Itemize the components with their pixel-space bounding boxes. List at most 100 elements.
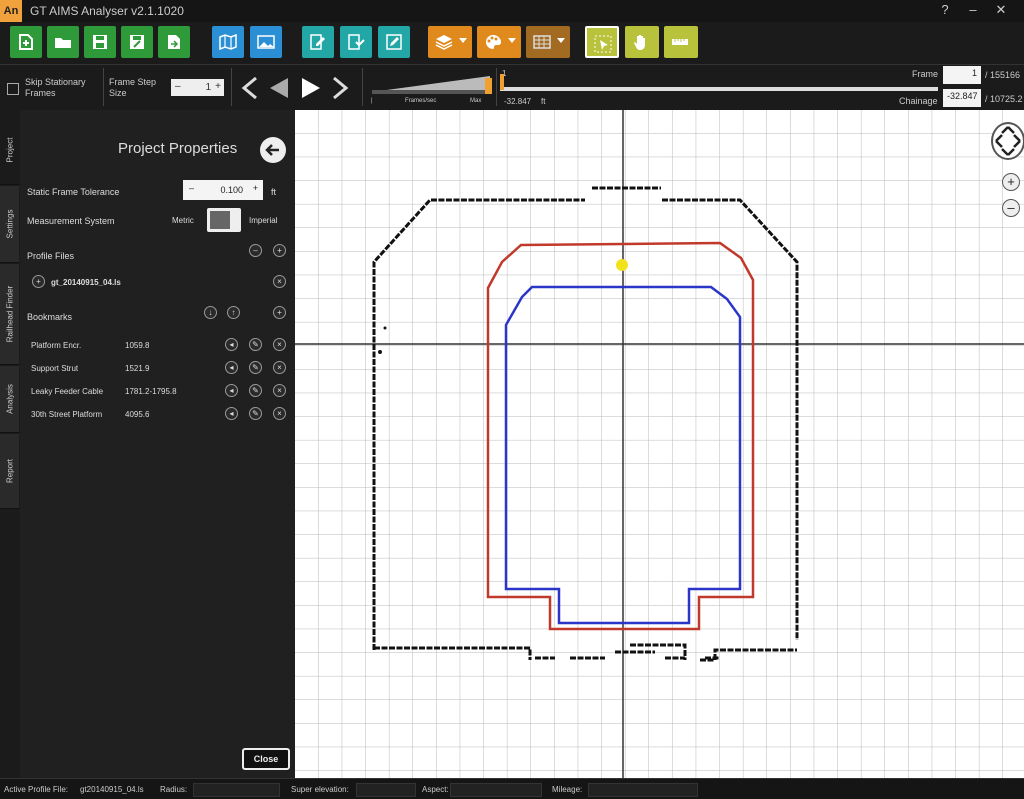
- pan-tool-button[interactable]: [625, 26, 659, 58]
- navigate-view-control[interactable]: [991, 122, 1024, 160]
- map-icon: [219, 33, 237, 51]
- layers-button[interactable]: [428, 26, 472, 58]
- cursor-select-icon: [594, 35, 612, 53]
- add-profile-button[interactable]: +: [273, 244, 286, 257]
- frame-step-stepper[interactable]: – 1 +: [171, 79, 224, 96]
- radius-label: Radius:: [160, 785, 188, 794]
- delete-bookmark-button[interactable]: ×: [273, 407, 286, 420]
- edit-profile-3-button[interactable]: [378, 26, 410, 58]
- static-frame-tolerance-input[interactable]: – 0.100 +: [183, 180, 263, 200]
- bookmark-name[interactable]: 30th Street Platform: [31, 410, 102, 419]
- minus-icon: –: [175, 81, 181, 92]
- fps-slider-thumb[interactable]: [485, 78, 492, 94]
- select-tool-button[interactable]: [585, 26, 619, 58]
- navigation-arrows-icon: [995, 126, 1021, 156]
- scan-point: [378, 350, 382, 354]
- palette-button[interactable]: [477, 26, 521, 58]
- new-file-icon: [19, 34, 33, 50]
- delete-bookmark-button[interactable]: ×: [273, 361, 286, 374]
- edit-profile-1-button[interactable]: [302, 26, 334, 58]
- skip-stationary-label: Skip Stationary Frames: [25, 77, 86, 98]
- add-bookmark-button[interactable]: +: [273, 306, 286, 319]
- frame-position-thumb[interactable]: [500, 74, 504, 90]
- goto-bookmark-button[interactable]: ◂: [225, 338, 238, 351]
- save-icon: [93, 35, 107, 49]
- back-button[interactable]: [260, 137, 286, 163]
- next-frame-button[interactable]: [333, 76, 349, 100]
- measurement-system-label: Measurement System: [27, 216, 115, 226]
- map-view-button[interactable]: [212, 26, 244, 58]
- profile-file-name: gt_20140915_04.ls: [51, 278, 121, 287]
- first-frame-button[interactable]: [241, 76, 257, 100]
- frame-input[interactable]: 1: [943, 66, 981, 84]
- side-tab-strip: Project Settings Railhead Finder Analysi…: [0, 110, 20, 778]
- image-view-button[interactable]: [250, 26, 282, 58]
- save-as-button[interactable]: [121, 26, 153, 58]
- edit-bookmark-button[interactable]: ✎: [249, 338, 262, 351]
- close-window-button[interactable]: ✕: [990, 2, 1012, 18]
- bookmark-value: 1059.8: [125, 341, 150, 350]
- bookmark-import-button[interactable]: ↓: [204, 306, 217, 319]
- pencil-icon: [386, 34, 402, 50]
- new-project-button[interactable]: [10, 26, 42, 58]
- fps-min-label: |: [371, 98, 373, 104]
- display-options-button[interactable]: [526, 26, 570, 58]
- plus-icon: +: [215, 81, 221, 92]
- radius-value: [193, 783, 280, 797]
- document-check-icon: [348, 34, 365, 50]
- edit-bookmark-button[interactable]: ✎: [249, 361, 262, 374]
- zoom-out-button[interactable]: –: [1002, 199, 1020, 217]
- open-project-button[interactable]: [47, 26, 79, 58]
- fps-slider[interactable]: [372, 90, 490, 94]
- profile-visible-icon[interactable]: +: [32, 275, 45, 288]
- measurement-system-toggle[interactable]: [207, 208, 241, 232]
- skip-stationary-checkbox[interactable]: [7, 83, 19, 95]
- bookmark-name[interactable]: Leaky Feeder Cable: [31, 387, 103, 396]
- aspect-value: [450, 783, 542, 797]
- chainage-input[interactable]: -32.847: [943, 89, 981, 107]
- tab-analysis[interactable]: Analysis: [0, 366, 19, 433]
- previous-frame-button[interactable]: [270, 78, 288, 98]
- bookmark-name[interactable]: Support Strut: [31, 364, 78, 373]
- tab-railhead-finder[interactable]: Railhead Finder: [0, 264, 19, 365]
- minimize-button[interactable]: –: [962, 2, 984, 17]
- goto-bookmark-button[interactable]: ◂: [225, 407, 238, 420]
- tab-report[interactable]: Report: [0, 434, 19, 509]
- frame-position-slider[interactable]: [500, 87, 938, 91]
- delete-bookmark-button[interactable]: ×: [273, 384, 286, 397]
- goto-bookmark-button[interactable]: ◂: [225, 361, 238, 374]
- measure-tool-button[interactable]: [664, 26, 698, 58]
- help-button[interactable]: ?: [934, 2, 956, 17]
- profile-viewport[interactable]: + –: [295, 110, 1024, 778]
- frame-step-value: 1: [205, 82, 211, 93]
- delete-bookmark-button[interactable]: ×: [273, 338, 286, 351]
- edit-bookmark-button[interactable]: ✎: [249, 407, 262, 420]
- bookmark-export-button[interactable]: ↑: [227, 306, 240, 319]
- profile-canvas[interactable]: [295, 110, 1024, 778]
- playback-controls: [241, 76, 349, 100]
- fps-label: Frames/sec: [405, 98, 437, 104]
- bookmark-name[interactable]: Platform Encr.: [31, 341, 81, 350]
- frame-track-value: -32.847: [504, 97, 532, 106]
- goto-bookmark-button[interactable]: ◂: [225, 384, 238, 397]
- main-toolbar: [0, 22, 1024, 64]
- tab-project[interactable]: Project: [0, 116, 19, 185]
- window-title: GT AIMS Analyser v2.1.1020: [30, 4, 184, 18]
- chevron-down-icon: [459, 38, 467, 43]
- super-elevation-label: Super elevation:: [291, 785, 349, 794]
- edit-profile-2-button[interactable]: [340, 26, 372, 58]
- zoom-in-button[interactable]: +: [1002, 173, 1020, 191]
- remove-profile-button[interactable]: –: [249, 244, 262, 257]
- title-bar: An GT AIMS Analyser v2.1.1020 ? – ✕: [0, 0, 1024, 22]
- mileage-label: Mileage:: [552, 785, 583, 794]
- selected-point-marker[interactable]: [616, 259, 628, 271]
- edit-bookmark-button[interactable]: ✎: [249, 384, 262, 397]
- tab-settings[interactable]: Settings: [0, 186, 19, 263]
- play-button[interactable]: [302, 78, 320, 98]
- bookmarks-label: Bookmarks: [27, 312, 73, 322]
- divider: [231, 68, 232, 106]
- save-button[interactable]: [84, 26, 116, 58]
- export-button[interactable]: [158, 26, 190, 58]
- remove-file-button[interactable]: ×: [273, 275, 286, 288]
- close-panel-button[interactable]: Close: [242, 748, 290, 770]
